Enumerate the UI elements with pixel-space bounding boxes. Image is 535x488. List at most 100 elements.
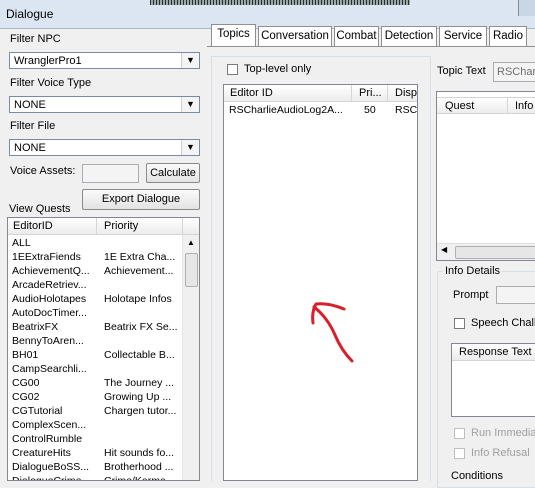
quest-row[interactable]: ArcadeRetriev...	[8, 279, 184, 293]
info-refusal-checkbox[interactable]	[454, 448, 465, 459]
quest-editor-id: CreatureHits	[12, 447, 71, 459]
voice-assets-field	[82, 164, 139, 183]
info-refusal-label: Info Refusal	[471, 447, 530, 459]
speech-challenge-label: Speech Chall	[471, 317, 535, 329]
chevron-down-icon[interactable]: ▼	[181, 97, 199, 112]
column-header-priority[interactable]: Pri...	[359, 87, 382, 99]
filter-npc-value: WranglerPro1	[14, 55, 82, 67]
quest-info-hscrollbar[interactable]: ◀	[437, 243, 535, 260]
quest-row[interactable]: CG00 The Journey ...	[8, 377, 184, 391]
column-separator[interactable]	[351, 85, 352, 101]
close-button[interactable]	[518, 0, 535, 16]
tab-combat[interactable]: Combat	[334, 26, 379, 46]
quest-list[interactable]: EditorID Priority ALL 1EExtraFiends 1E Ext…	[7, 217, 200, 481]
tab-topics[interactable]: Topics	[211, 24, 256, 46]
topic-text-label: Topic Text	[437, 65, 486, 77]
topics-list[interactable]: Editor ID Pri... Disp RSCharlieAudioLog2…	[223, 84, 418, 481]
filter-file-value: NONE	[14, 142, 46, 154]
quest-editor-id: ALL	[12, 237, 31, 249]
quest-row[interactable]: CampSearchli...	[8, 363, 184, 377]
quest-editor-id: ControlRumble	[12, 433, 83, 445]
column-header-response-text[interactable]: Response Text	[459, 346, 532, 358]
quest-row[interactable]: AudioHolotapes Holotape Infos	[8, 293, 184, 307]
response-text-list[interactable]: Response Text	[451, 343, 535, 417]
tab-conversation[interactable]: Conversation	[258, 26, 332, 46]
column-header-disp[interactable]: Disp	[395, 87, 417, 99]
tab-radio[interactable]: Radio	[489, 26, 527, 46]
quest-editor-id: AchievementQ...	[12, 265, 90, 277]
column-header-editorid[interactable]: EditorID	[13, 220, 53, 232]
topic-row[interactable]: RSCharlieAudioLog2A... 50 RSC	[224, 104, 417, 118]
quest-editor-id: BeatrixFX	[12, 321, 59, 333]
tab-detection[interactable]: Detection	[381, 26, 437, 46]
column-header-priority[interactable]: Priority	[104, 220, 138, 232]
response-text-header: Response Text	[452, 344, 535, 361]
prompt-field[interactable]	[496, 286, 535, 304]
column-separator[interactable]	[182, 218, 183, 234]
quest-priority-name: Beatrix FX Se...	[104, 321, 178, 333]
scroll-thumb[interactable]	[455, 246, 535, 259]
arrow-shaft	[312, 305, 354, 363]
view-quests-label: View Quests	[9, 203, 71, 215]
quest-row[interactable]: AchievementQ... Achievement...	[8, 265, 184, 279]
topic-text-field[interactable]: RSCharl	[493, 62, 535, 82]
filter-file-select[interactable]: NONE ▼	[9, 139, 200, 156]
quest-priority-name: 1E Extra Cha...	[104, 251, 176, 263]
run-immediate-checkbox[interactable]	[454, 428, 465, 439]
quest-row[interactable]: DialogueCrime... Crime/Karma...	[8, 475, 184, 481]
calculate-button[interactable]: Calculate	[146, 163, 200, 183]
filter-voice-select[interactable]: NONE ▼	[9, 96, 200, 113]
quest-priority-name: Brotherhood ...	[104, 461, 174, 473]
quest-row[interactable]: 1EExtraFiends 1E Extra Cha...	[8, 251, 184, 265]
quest-priority-name: The Journey ...	[104, 377, 175, 389]
quest-editor-id: CG00	[12, 377, 40, 389]
quest-row[interactable]: CG02 Growing Up ...	[8, 391, 184, 405]
tab-baseline	[207, 46, 535, 47]
quest-row[interactable]: ComplexScen...	[8, 419, 184, 433]
quest-row[interactable]: ControlRumble	[8, 433, 184, 447]
quest-list-scrollbar[interactable]: ▲	[182, 235, 199, 480]
column-separator[interactable]	[507, 98, 508, 114]
quest-info-list[interactable]: Quest Info ◀	[436, 91, 535, 261]
quest-row[interactable]: BennyToAren...	[8, 335, 184, 349]
quest-editor-id: CampSearchli...	[12, 363, 87, 375]
topic-priority: 50	[364, 104, 376, 116]
scroll-thumb[interactable]	[185, 253, 198, 287]
quest-row[interactable]: BH01 Collectable B...	[8, 349, 184, 363]
quest-editor-id: ComplexScen...	[12, 419, 87, 431]
scroll-left-icon[interactable]: ◀	[441, 245, 447, 254]
scroll-up-icon[interactable]: ▲	[183, 235, 199, 251]
filter-npc-select[interactable]: WranglerPro1 ▼	[9, 52, 200, 69]
quest-editor-id: DialogueBoSS...	[12, 461, 90, 473]
quest-row[interactable]: CGTutorial Chargen tutor...	[8, 405, 184, 419]
quest-row[interactable]: ALL	[8, 237, 184, 251]
column-separator[interactable]	[96, 218, 97, 234]
column-header-info[interactable]: Info	[515, 100, 533, 112]
quest-priority-name: Crime/Karma...	[104, 475, 175, 481]
prompt-label: Prompt	[453, 289, 489, 301]
quest-row[interactable]: CreatureHits Hit sounds fo...	[8, 447, 184, 461]
quest-priority-name: Chargen tutor...	[104, 405, 177, 417]
run-immediate-label: Run Immediat	[471, 427, 535, 439]
quest-list-header: EditorID Priority	[8, 218, 199, 235]
chevron-down-icon[interactable]: ▼	[181, 140, 199, 155]
quest-editor-id: 1EExtraFiends	[12, 251, 81, 263]
filter-npc-label: Filter NPC	[10, 33, 61, 45]
title-bar-decoration	[150, 0, 410, 5]
column-header-editor-id[interactable]: Editor ID	[230, 87, 273, 99]
column-header-quest[interactable]: Quest	[445, 100, 474, 112]
quest-row[interactable]: BeatrixFX Beatrix FX Se...	[8, 321, 184, 335]
quest-row[interactable]: DialogueBoSS... Brotherhood ...	[8, 461, 184, 475]
quest-editor-id: DialogueCrime...	[12, 475, 91, 481]
quest-editor-id: BennyToAren...	[12, 335, 84, 347]
voice-assets-label: Voice Assets:	[10, 165, 76, 177]
quest-priority-name: Collectable B...	[104, 349, 175, 361]
chevron-down-icon[interactable]: ▼	[181, 53, 199, 68]
quest-priority-name: Holotape Infos	[104, 293, 172, 305]
export-dialogue-button[interactable]: Export Dialogue	[82, 189, 200, 210]
speech-challenge-checkbox[interactable]	[454, 318, 465, 329]
column-separator[interactable]	[387, 85, 388, 101]
tab-service[interactable]: Service	[439, 26, 487, 46]
filter-voice-label: Filter Voice Type	[10, 77, 92, 89]
quest-row[interactable]: AutoDocTimer...	[8, 307, 184, 321]
